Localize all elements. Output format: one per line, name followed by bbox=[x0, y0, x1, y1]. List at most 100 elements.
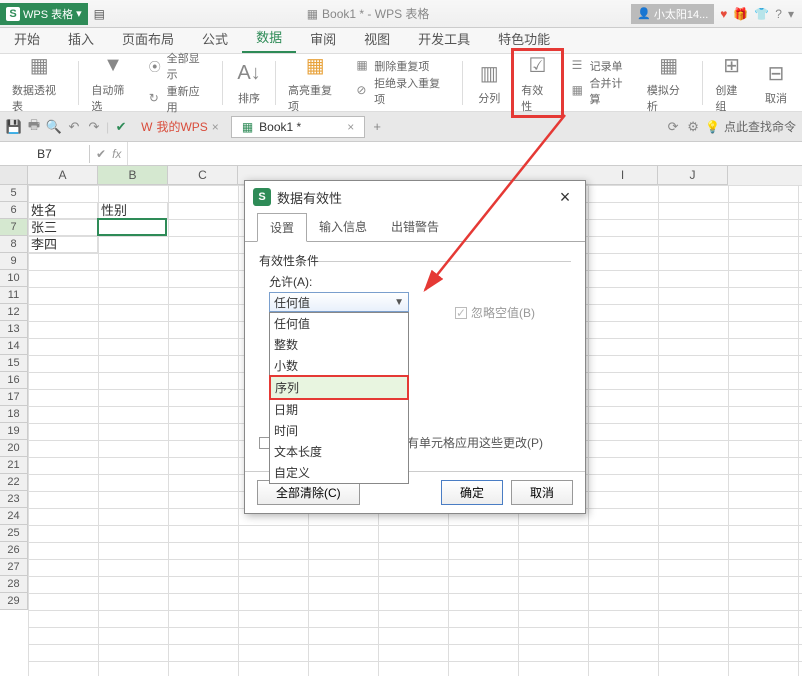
cell-B6[interactable]: 性别 bbox=[98, 202, 168, 219]
fx-icon[interactable]: fx bbox=[112, 147, 121, 161]
add-tab-icon[interactable]: + bbox=[369, 119, 385, 135]
row-header[interactable]: 9 bbox=[0, 253, 28, 270]
row-header[interactable]: 7 bbox=[0, 219, 28, 236]
row-header[interactable]: 14 bbox=[0, 338, 28, 355]
cell-A6[interactable]: 姓名 bbox=[28, 202, 98, 219]
cancel-button[interactable]: 取消 bbox=[511, 480, 573, 505]
select-all-corner[interactable] bbox=[0, 166, 28, 185]
tab-error-alert[interactable]: 出错警告 bbox=[379, 213, 451, 242]
combo-item-custom[interactable]: 自定义 bbox=[270, 462, 408, 483]
text-cols-button[interactable]: ▥ 分列 bbox=[469, 60, 509, 106]
close-icon[interactable]: × bbox=[347, 120, 354, 134]
row-header[interactable]: 13 bbox=[0, 321, 28, 338]
combo-item-integer[interactable]: 整数 bbox=[270, 334, 408, 355]
refresh-icon[interactable]: ⟳ bbox=[665, 119, 681, 135]
close-icon[interactable]: × bbox=[212, 120, 219, 134]
menu-view[interactable]: 视图 bbox=[350, 24, 404, 53]
close-icon[interactable]: × bbox=[553, 187, 577, 208]
show-all-button[interactable]: ⦿全部显示 bbox=[149, 50, 210, 82]
validity-button[interactable]: ☑ 有效性 bbox=[515, 52, 559, 114]
user-badge[interactable]: 👤 小太阳14... bbox=[631, 4, 714, 24]
name-box[interactable]: B7 bbox=[0, 145, 90, 163]
menu-start[interactable]: 开始 bbox=[0, 24, 54, 53]
reject-dup-button[interactable]: ⊘拒绝录入重复项 bbox=[356, 75, 450, 107]
combo-item-list[interactable]: 序列 bbox=[269, 375, 409, 400]
ignore-blank-checkbox[interactable]: ✓ 忽略空值(B) bbox=[455, 304, 535, 321]
save-icon[interactable]: 💾 bbox=[6, 119, 22, 135]
row-header[interactable]: 24 bbox=[0, 508, 28, 525]
shirt-icon[interactable]: 👕 bbox=[754, 7, 769, 21]
chevron-down-icon[interactable]: ▾ bbox=[788, 7, 794, 21]
pivot-button[interactable]: ▦ 数据透视表 bbox=[6, 52, 72, 114]
col-header[interactable]: J bbox=[658, 166, 728, 185]
doc-tab-book1[interactable]: ▦ Book1 * × bbox=[231, 116, 365, 138]
row-header[interactable]: 6 bbox=[0, 202, 28, 219]
wps-home-tab[interactable]: W 我的WPS × bbox=[133, 115, 227, 138]
row-header[interactable]: 25 bbox=[0, 525, 28, 542]
menu-formula[interactable]: 公式 bbox=[188, 24, 242, 53]
gift-icon[interactable]: 🎁 bbox=[733, 7, 748, 21]
row-header[interactable]: 10 bbox=[0, 270, 28, 287]
row-header[interactable]: 5 bbox=[0, 185, 28, 202]
titlebar-menu-icon[interactable]: ▤ bbox=[94, 7, 105, 21]
autofilter-button[interactable]: ▼ 自动筛选 bbox=[85, 52, 140, 114]
find-command-label[interactable]: 点此查找命令 bbox=[724, 118, 796, 135]
row-header[interactable]: 16 bbox=[0, 372, 28, 389]
chevron-down-icon[interactable]: ▼ bbox=[394, 297, 404, 308]
col-header[interactable]: B bbox=[98, 166, 168, 185]
row-header[interactable]: 18 bbox=[0, 406, 28, 423]
menu-insert[interactable]: 插入 bbox=[54, 24, 108, 53]
chevron-down-icon[interactable]: ▾ bbox=[76, 7, 82, 20]
col-header[interactable]: A bbox=[28, 166, 98, 185]
row-header[interactable]: 19 bbox=[0, 423, 28, 440]
print-icon[interactable]: 🖶 bbox=[26, 119, 42, 135]
formula-input[interactable] bbox=[127, 142, 802, 165]
undo-icon[interactable]: ↶ bbox=[66, 119, 82, 135]
menu-layout[interactable]: 页面布局 bbox=[108, 24, 188, 53]
reapply-button[interactable]: ↻重新应用 bbox=[149, 83, 210, 115]
combo-item-time[interactable]: 时间 bbox=[270, 420, 408, 441]
row-header[interactable]: 28 bbox=[0, 576, 28, 593]
row-header[interactable]: 11 bbox=[0, 287, 28, 304]
row-header[interactable]: 20 bbox=[0, 440, 28, 457]
col-header[interactable]: I bbox=[588, 166, 658, 185]
preview-icon[interactable]: 🔍 bbox=[46, 119, 62, 135]
help-icon[interactable]: ? bbox=[775, 7, 782, 21]
combo-item-decimal[interactable]: 小数 bbox=[270, 355, 408, 376]
menu-data[interactable]: 数据 bbox=[242, 22, 296, 53]
row-header[interactable]: 23 bbox=[0, 491, 28, 508]
selected-cell-B7[interactable] bbox=[97, 218, 167, 236]
record-button[interactable]: ☰记录单 bbox=[572, 58, 623, 74]
combo-item-any[interactable]: 任何值 bbox=[270, 313, 408, 334]
app-badge[interactable]: S WPS 表格 ▾ bbox=[0, 3, 88, 25]
row-header[interactable]: 15 bbox=[0, 355, 28, 372]
row-header[interactable]: 17 bbox=[0, 389, 28, 406]
row-header[interactable]: 26 bbox=[0, 542, 28, 559]
row-header[interactable]: 29 bbox=[0, 593, 28, 610]
ungroup-button[interactable]: ⊟ 取消 bbox=[756, 60, 796, 106]
check-icon[interactable]: ✔ bbox=[113, 119, 129, 135]
combo-display[interactable]: 任何值 ▼ bbox=[269, 292, 409, 312]
row-header[interactable]: 8 bbox=[0, 236, 28, 253]
lightbulb-icon[interactable]: 💡 bbox=[705, 120, 720, 134]
whatif-button[interactable]: ▦ 模拟分析 bbox=[641, 52, 696, 114]
combo-item-date[interactable]: 日期 bbox=[270, 399, 408, 420]
menu-dev[interactable]: 开发工具 bbox=[404, 24, 484, 53]
dialog-titlebar[interactable]: S 数据有效性 × bbox=[245, 181, 585, 213]
highlight-dup-button[interactable]: ▦ 高亮重复项 bbox=[282, 52, 348, 114]
redo-icon[interactable]: ↷ bbox=[86, 119, 102, 135]
accept-icon[interactable]: ✔ bbox=[96, 147, 106, 161]
allow-combo[interactable]: 任何值 ▼ 任何值 整数 小数 序列 日期 时间 文本长度 自定义 bbox=[269, 292, 409, 312]
col-header[interactable]: C bbox=[168, 166, 238, 185]
row-header[interactable]: 22 bbox=[0, 474, 28, 491]
cell-A7[interactable]: 张三 bbox=[28, 219, 98, 236]
combo-item-textlen[interactable]: 文本长度 bbox=[270, 441, 408, 462]
row-header[interactable]: 21 bbox=[0, 457, 28, 474]
group-button[interactable]: ⊞ 创建组 bbox=[709, 52, 754, 114]
sort-button[interactable]: A↓ 排序 bbox=[229, 60, 269, 106]
consolidate-button[interactable]: ▦合并计算 bbox=[572, 75, 633, 107]
tab-input-msg[interactable]: 输入信息 bbox=[307, 213, 379, 242]
cell-A8[interactable]: 李四 bbox=[28, 236, 98, 253]
remove-dup-button[interactable]: ▦删除重复项 bbox=[356, 58, 429, 74]
ok-button[interactable]: 确定 bbox=[441, 480, 503, 505]
